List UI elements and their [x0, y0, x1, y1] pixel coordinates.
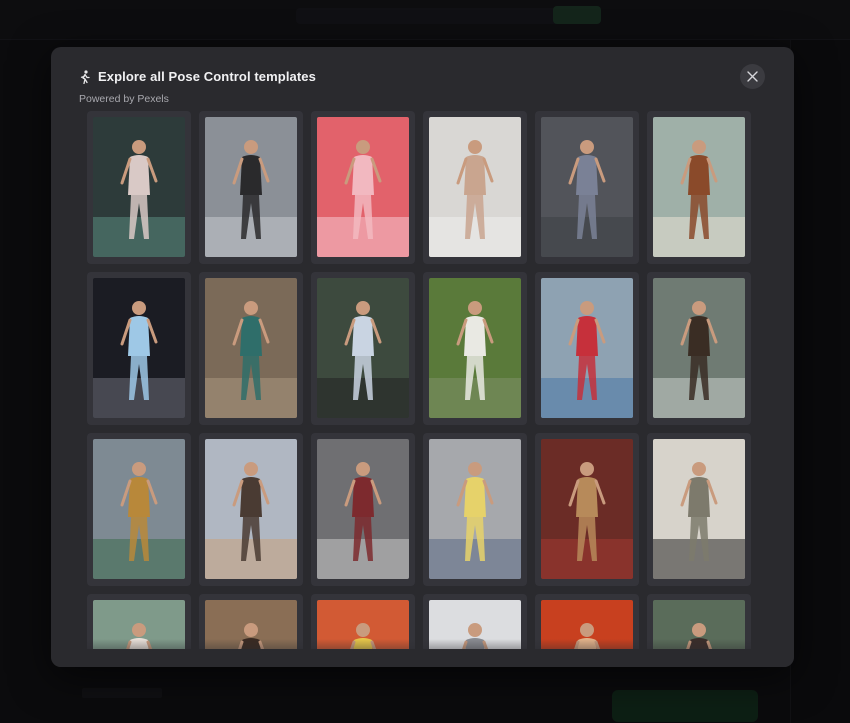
- template-grid: [87, 111, 759, 649]
- template-thumbnail: [93, 439, 185, 579]
- close-icon: [747, 71, 758, 82]
- template-ballerina-pose[interactable]: [87, 272, 191, 425]
- template-station-railing-pose[interactable]: [311, 433, 415, 586]
- template-thumbnail: [653, 278, 745, 418]
- template-thumbnail: [93, 117, 185, 257]
- template-thumbnail: [205, 278, 297, 418]
- template-thumbnail: [317, 278, 409, 418]
- template-thumbnail: [541, 278, 633, 418]
- template-white-wall-pose[interactable]: [423, 111, 527, 264]
- template-grey-studio-pose[interactable]: [535, 111, 639, 264]
- template-thumbnail: [93, 600, 185, 649]
- template-thumbnail: [653, 600, 745, 649]
- template-thumbnail: [541, 439, 633, 579]
- template-thumbnail: [541, 600, 633, 649]
- modal-subtitle: Powered by Pexels: [79, 93, 169, 105]
- template-thumbnail: [653, 439, 745, 579]
- template-red-jacket-city-pose[interactable]: [535, 272, 639, 425]
- template-palm-leaves-pose[interactable]: [87, 594, 191, 649]
- template-thumbnail: [317, 117, 409, 257]
- template-park-path-pose[interactable]: [423, 272, 527, 425]
- template-thumbnail: [429, 439, 521, 579]
- template-thumbnail: [317, 439, 409, 579]
- template-soldier-pose[interactable]: [647, 433, 751, 586]
- template-thumbnail: [429, 117, 521, 257]
- modal-title: Explore all Pose Control templates: [98, 69, 316, 84]
- template-tunnel-walk-pose[interactable]: [423, 433, 527, 586]
- template-cloudy-sky-pose[interactable]: [423, 594, 527, 649]
- template-umbrella-road-pose[interactable]: [199, 111, 303, 264]
- template-thumbnail: [205, 439, 297, 579]
- template-red-stairs-pose[interactable]: [535, 433, 639, 586]
- pose-templates-modal: Explore all Pose Control templates Power…: [51, 47, 794, 667]
- template-thumbnail: [317, 600, 409, 649]
- template-teal-jacket-pose[interactable]: [199, 272, 303, 425]
- modal-header: Explore all Pose Control templates Power…: [79, 69, 766, 109]
- modal-title-row: Explore all Pose Control templates: [79, 69, 766, 84]
- template-thumbnail: [541, 117, 633, 257]
- template-thumbnail: [429, 600, 521, 649]
- template-orange-wall-pose[interactable]: [311, 594, 415, 649]
- template-motorcycle-pose[interactable]: [647, 272, 751, 425]
- template-rooftop-city-pose[interactable]: [199, 433, 303, 586]
- template-thumbnail: [205, 600, 297, 649]
- template-white-shirt-man-pose[interactable]: [311, 272, 415, 425]
- template-red-backdrop-pose[interactable]: [535, 594, 639, 649]
- person-walking-icon: [79, 69, 91, 84]
- template-horse-rider-pose[interactable]: [647, 111, 751, 264]
- template-trident-warrior-pose[interactable]: [87, 433, 191, 586]
- template-thumbnail: [205, 117, 297, 257]
- template-garden-plants-pose[interactable]: [647, 594, 751, 649]
- close-button[interactable]: [740, 64, 765, 89]
- template-neon-alley-pose[interactable]: [87, 111, 191, 264]
- template-brown-hills-pose[interactable]: [199, 594, 303, 649]
- template-thumbnail: [93, 278, 185, 418]
- template-thumbnail: [653, 117, 745, 257]
- template-thumbnail: [429, 278, 521, 418]
- template-pink-dress-pose[interactable]: [311, 111, 415, 264]
